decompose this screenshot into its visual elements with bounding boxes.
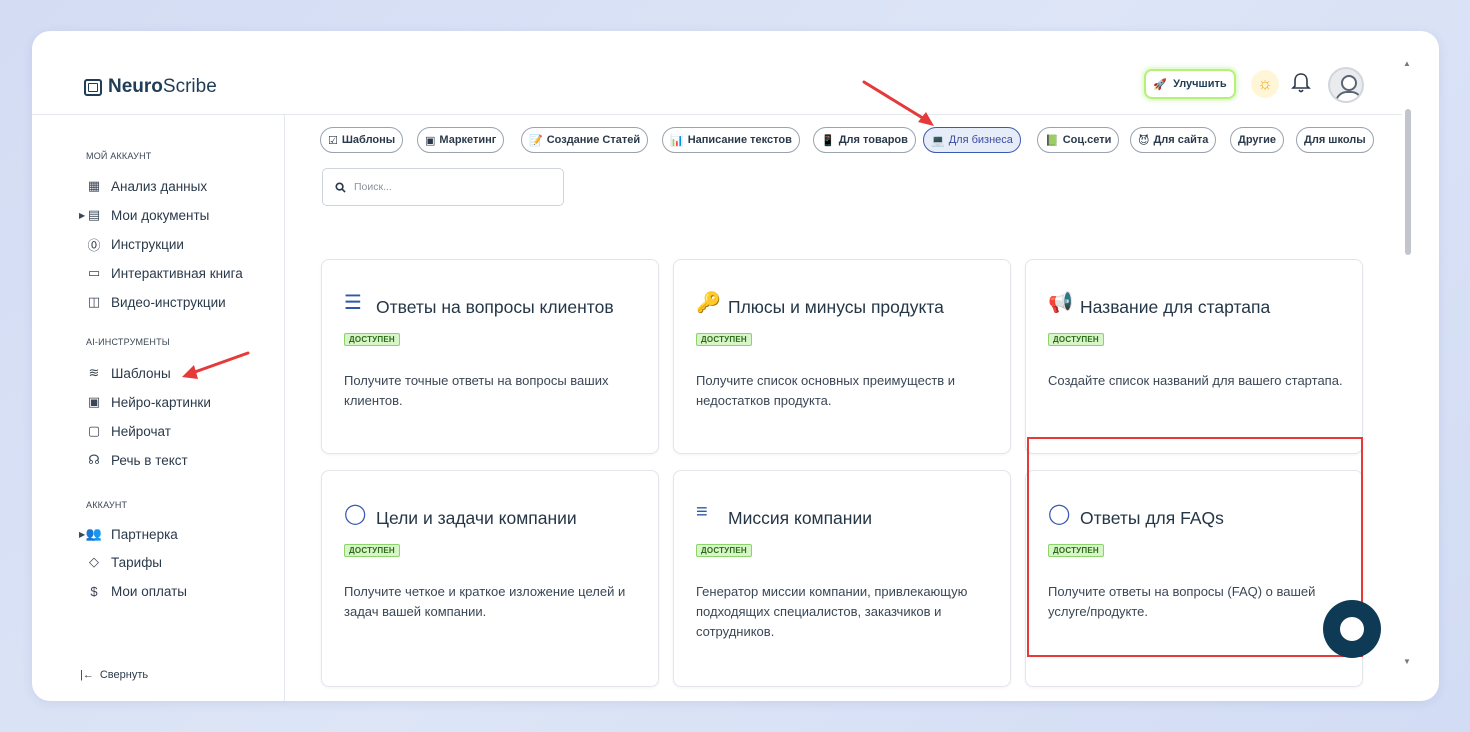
- template-card-pros-cons[interactable]: 🔑 Плюсы и минусы продукта ДОСТУПЕН Получ…: [673, 259, 1011, 454]
- chat-widget-button[interactable]: [1323, 600, 1381, 658]
- users-icon: 👥: [85, 526, 103, 541]
- collapse-icon: |←: [80, 669, 94, 681]
- dollar-icon: $: [90, 583, 98, 599]
- laptop-icon: 💻: [931, 134, 945, 147]
- upgrade-label: Улучшить: [1173, 78, 1227, 90]
- category-chip-other[interactable]: Другие: [1230, 127, 1284, 153]
- card-title: Цели и задачи компании: [376, 508, 577, 528]
- devil-icon: 😈: [1138, 134, 1150, 147]
- image-icon: ▣: [87, 394, 101, 409]
- app-window: NeuroScribe 🚀 Улучшить ☼ МОЙ АККАУНТ ▦ А…: [32, 31, 1439, 701]
- layers-icon: ≋: [88, 365, 100, 380]
- sun-icon[interactable]: ☼: [1251, 70, 1279, 98]
- sidebar: МОЙ АККАУНТ ▦ Анализ данных ▶ ▤ Мои доку…: [32, 115, 285, 701]
- sidebar-item-speech-to-text[interactable]: ☊ Речь в текст: [86, 450, 188, 470]
- checkbox-icon: ☑: [328, 134, 338, 147]
- card-description: Создайте список названий для вашего стар…: [1048, 373, 1343, 388]
- sidebar-item-tariffs[interactable]: ◇ Тарифы: [86, 552, 162, 572]
- tag-icon: ◇: [89, 554, 99, 569]
- category-chip-writing[interactable]: 📊 Написание текстов: [662, 127, 800, 153]
- status-badge: ДОСТУПЕН: [344, 544, 400, 557]
- sidebar-item-video-instructions[interactable]: ◫ Видео-инструкции: [86, 292, 226, 312]
- card-title: Ответы для FAQs: [1080, 508, 1224, 528]
- sidebar-item-neurochat[interactable]: ▢ Нейрочат: [86, 421, 171, 441]
- card-description: Получите список основных преимуществ и н…: [696, 373, 956, 408]
- circle-icon: ◯: [1048, 503, 1071, 525]
- key-icon: 🔑: [696, 292, 721, 314]
- scrollbar[interactable]: ▲ ▼: [1402, 59, 1414, 671]
- list-icon: ☰: [344, 292, 362, 314]
- card-description: Получите четкое и краткое изложение целе…: [344, 584, 626, 619]
- scroll-down-icon[interactable]: ▼: [1403, 657, 1411, 666]
- logo-icon: [84, 78, 102, 96]
- menu-lines-icon: ≡: [696, 501, 708, 523]
- section-title-my-account: МОЙ АККАУНТ: [86, 151, 152, 161]
- grid-icon: ▦: [87, 178, 101, 193]
- sidebar-item-interactive-book[interactable]: ▭ Интерактивная книга: [86, 263, 243, 283]
- template-card-customer-answers[interactable]: ☰ Ответы на вопросы клиентов ДОСТУПЕН По…: [321, 259, 659, 454]
- category-chip-articles[interactable]: 📝 Создание Статей: [521, 127, 649, 153]
- status-badge: ДОСТУПЕН: [696, 333, 752, 346]
- card-title: Миссия компании: [728, 508, 873, 528]
- scroll-thumb[interactable]: [1405, 109, 1411, 255]
- card-description: Генератор миссии компании, привлекающую …: [696, 584, 968, 639]
- section-title-account: АККАУНТ: [86, 500, 128, 510]
- document-icon: ▤: [87, 207, 101, 222]
- card-title: Ответы на вопросы клиентов: [376, 297, 614, 317]
- card-description: Получите ответы на вопросы (FAQ) о вашей…: [1048, 584, 1316, 619]
- sidebar-item-neuro-images[interactable]: ▣ Нейро-картинки: [86, 392, 211, 412]
- caret-right-icon: ▶: [79, 210, 86, 220]
- status-badge: ДОСТУПЕН: [696, 544, 752, 557]
- phone-icon: 📱: [821, 134, 835, 147]
- headphones-icon: ☊: [88, 452, 100, 467]
- book-icon: ▭: [87, 265, 101, 280]
- upgrade-button[interactable]: 🚀 Улучшить: [1144, 69, 1236, 99]
- sidebar-item-instructions[interactable]: ⓪ Инструкции: [86, 234, 183, 254]
- book-green-icon: 📗: [1045, 134, 1059, 147]
- category-chip-website[interactable]: 😈 Для сайта: [1130, 127, 1217, 153]
- scroll-up-icon[interactable]: ▲: [1403, 59, 1411, 68]
- section-title-ai-tools: AI-ИНСТРУМЕНТЫ: [86, 337, 170, 347]
- circle-icon: ◯: [344, 503, 367, 525]
- template-card-startup-name[interactable]: 📢 Название для стартапа ДОСТУПЕН Создайт…: [1025, 259, 1363, 454]
- status-badge: ДОСТУПЕН: [1048, 544, 1104, 557]
- logo[interactable]: NeuroScribe: [84, 76, 217, 98]
- search-input[interactable]: Поиск...: [322, 168, 564, 206]
- card-title: Название для стартапа: [1080, 297, 1271, 317]
- search-icon: [335, 181, 346, 193]
- sidebar-item-data-analysis[interactable]: ▦ Анализ данных: [86, 176, 207, 196]
- sidebar-item-my-payments[interactable]: $ Мои оплаты: [86, 581, 187, 601]
- category-chip-marketing[interactable]: ▣ Маркетинг: [417, 127, 505, 153]
- sidebar-item-my-documents[interactable]: ▶ ▤ Мои документы: [79, 205, 209, 225]
- category-chip-templates[interactable]: ☑ Шаблоны: [320, 127, 404, 153]
- top-header: NeuroScribe 🚀 Улучшить ☼: [32, 31, 1402, 115]
- status-badge: ДОСТУПЕН: [344, 333, 400, 346]
- caret-right-icon: ▶: [79, 529, 86, 539]
- window-icon: ▣: [425, 134, 436, 147]
- card-description: Получите точные ответы на вопросы ваших …: [344, 373, 609, 408]
- category-chip-products[interactable]: 📱 Для товаров: [813, 127, 916, 153]
- help-circle-icon: ⓪: [87, 237, 101, 253]
- bell-icon[interactable]: [1291, 72, 1311, 96]
- template-card-faq-answers[interactable]: ◯ Ответы для FAQs ДОСТУПЕН Получите отве…: [1025, 470, 1363, 687]
- chart-icon: 📊: [670, 134, 684, 147]
- template-card-company-mission[interactable]: ≡ Миссия компании ДОСТУПЕН Генератор мис…: [673, 470, 1011, 687]
- category-chip-business[interactable]: 💻 Для бизнеса: [923, 127, 1021, 153]
- category-chip-school[interactable]: Для школы: [1296, 127, 1374, 153]
- sidebar-item-partner[interactable]: ▶ 👥 Партнерка: [79, 524, 178, 544]
- status-badge: ДОСТУПЕН: [1048, 333, 1104, 346]
- chat-icon: ▢: [87, 423, 101, 438]
- category-chip-social[interactable]: 📗 Соц.сети: [1037, 127, 1120, 153]
- card-title: Плюсы и минусы продукта: [728, 297, 944, 317]
- rocket-icon: 🚀: [1153, 78, 1168, 91]
- memo-icon: 📝: [529, 134, 543, 147]
- megaphone-icon: 📢: [1048, 292, 1073, 314]
- sidebar-item-templates[interactable]: ≋ Шаблоны: [86, 363, 171, 383]
- collapse-button[interactable]: |← Свернуть: [80, 669, 148, 681]
- template-card-company-goals[interactable]: ◯ Цели и задачи компании ДОСТУПЕН Получи…: [321, 470, 659, 687]
- video-icon: ◫: [87, 294, 101, 309]
- main-content: ☑ Шаблоны ▣ Маркетинг 📝 Создание Статей 📊 На…: [286, 115, 1402, 701]
- avatar[interactable]: [1328, 67, 1364, 103]
